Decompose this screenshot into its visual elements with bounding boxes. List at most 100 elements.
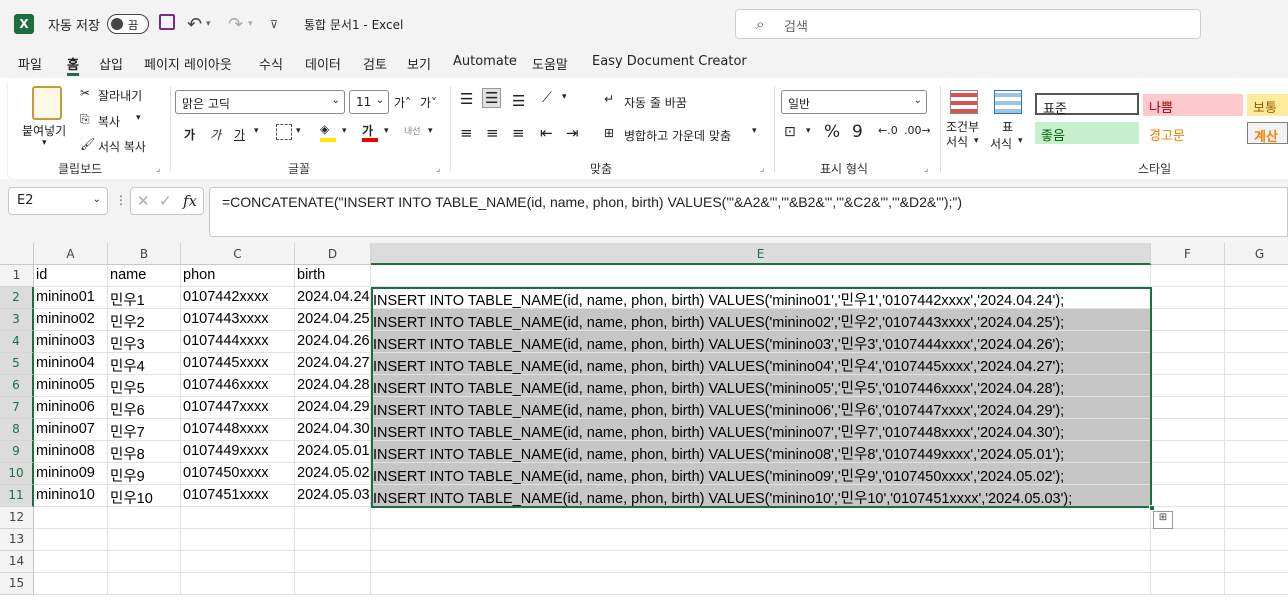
format-painter-button[interactable]: 서식 복사 bbox=[98, 138, 146, 155]
autosave-toggle[interactable]: 끔 bbox=[107, 14, 149, 34]
cell[interactable]: 0107443xxxx bbox=[181, 309, 295, 331]
cell[interactable]: 민우5 bbox=[108, 375, 181, 397]
cut-button[interactable]: 잘라내기 bbox=[98, 87, 142, 104]
orientation-dropdown-icon[interactable]: ▾ bbox=[562, 92, 567, 102]
insert-function-icon[interactable]: fx bbox=[183, 192, 197, 210]
cell[interactable]: 2024.04.25 bbox=[295, 309, 371, 331]
cell-style-warning[interactable]: 경고문 bbox=[1143, 122, 1243, 144]
phonetic-button[interactable]: 내선 bbox=[404, 124, 421, 137]
cell[interactable] bbox=[1225, 309, 1288, 331]
cell[interactable]: 2024.04.26 bbox=[295, 331, 371, 353]
more-icon[interactable]: ⋮ bbox=[115, 193, 127, 207]
cell[interactable] bbox=[1151, 485, 1225, 507]
font-size-select[interactable]: 11 ⌄ bbox=[349, 90, 389, 114]
cell[interactable]: minino05 bbox=[34, 375, 108, 397]
cell[interactable]: 민우8 bbox=[108, 441, 181, 463]
cell[interactable]: 2024.05.03 bbox=[295, 485, 371, 507]
cell[interactable] bbox=[108, 573, 181, 595]
cell-style-good[interactable]: 좋음 bbox=[1035, 122, 1139, 144]
accounting-dropdown-icon[interactable]: ▾ bbox=[806, 126, 811, 136]
cell[interactable]: 0107446xxxx bbox=[181, 375, 295, 397]
cell[interactable] bbox=[1225, 397, 1288, 419]
fill-color-dropdown-icon[interactable]: ▾ bbox=[342, 126, 347, 136]
cell[interactable] bbox=[1151, 463, 1225, 485]
customize-qat-icon[interactable]: ⊽ bbox=[270, 14, 278, 34]
row-header[interactable]: 2 bbox=[0, 287, 34, 309]
save-icon[interactable] bbox=[159, 14, 175, 30]
paste-dropdown-icon[interactable]: ▾ bbox=[42, 138, 47, 148]
cell[interactable] bbox=[1151, 573, 1225, 595]
cell[interactable] bbox=[371, 551, 1151, 573]
conditional-dropdown-icon[interactable]: ▾ bbox=[974, 136, 979, 146]
cell[interactable] bbox=[295, 573, 371, 595]
cell[interactable]: minino10 bbox=[34, 485, 108, 507]
cell[interactable] bbox=[1225, 485, 1288, 507]
cell[interactable]: minino03 bbox=[34, 331, 108, 353]
redo-icon[interactable]: ↷ bbox=[228, 14, 243, 35]
cell[interactable]: 민우3 bbox=[108, 331, 181, 353]
merge-center-icon[interactable]: ⊞ bbox=[604, 126, 614, 140]
bold-button[interactable]: 가 bbox=[184, 126, 195, 143]
cell[interactable]: INSERT INTO TABLE_NAME(id, name, phon, b… bbox=[371, 485, 1151, 507]
cell[interactable]: minino09 bbox=[34, 463, 108, 485]
cut-icon[interactable]: ✂ bbox=[80, 86, 90, 100]
align-top-icon[interactable]: ☰ bbox=[460, 90, 473, 108]
cell[interactable] bbox=[34, 551, 108, 573]
cell[interactable]: 민우4 bbox=[108, 353, 181, 375]
row-header[interactable]: 13 bbox=[0, 529, 34, 551]
cell[interactable]: 민우9 bbox=[108, 463, 181, 485]
cell[interactable] bbox=[295, 507, 371, 529]
number-launcher-icon[interactable]: ⌟ bbox=[924, 164, 928, 174]
increase-indent-icon[interactable]: ⇥ bbox=[566, 124, 579, 142]
tab-home[interactable]: 홈 bbox=[67, 54, 79, 76]
copy-dropdown-icon[interactable]: ▾ bbox=[136, 113, 141, 123]
cell[interactable]: 2024.04.24 bbox=[295, 287, 371, 309]
cell[interactable] bbox=[34, 507, 108, 529]
cell[interactable] bbox=[1225, 551, 1288, 573]
copy-icon[interactable]: ⎘ bbox=[80, 112, 90, 127]
cell[interactable] bbox=[181, 529, 295, 551]
orientation-icon[interactable]: ⟋ bbox=[542, 90, 552, 106]
cell[interactable]: 민우1 bbox=[108, 287, 181, 309]
increase-decimal-icon[interactable]: ←.0 bbox=[878, 124, 898, 137]
cell[interactable] bbox=[108, 507, 181, 529]
underline-dropdown-icon[interactable]: ▾ bbox=[254, 126, 259, 136]
cell[interactable] bbox=[1225, 463, 1288, 485]
font-launcher-icon[interactable]: ⌟ bbox=[436, 164, 440, 174]
cell[interactable]: INSERT INTO TABLE_NAME(id, name, phon, b… bbox=[371, 463, 1151, 485]
cell[interactable]: INSERT INTO TABLE_NAME(id, name, phon, b… bbox=[371, 441, 1151, 463]
tab-easy-document-creator[interactable]: Easy Document Creator bbox=[592, 54, 747, 76]
cell[interactable]: 민우2 bbox=[108, 309, 181, 331]
alignment-launcher-icon[interactable]: ⌟ bbox=[760, 164, 764, 174]
row-header[interactable]: 5 bbox=[0, 353, 34, 375]
cell[interactable]: 2024.04.28 bbox=[295, 375, 371, 397]
cell[interactable]: INSERT INTO TABLE_NAME(id, name, phon, b… bbox=[371, 375, 1151, 397]
row-header[interactable]: 12 bbox=[0, 507, 34, 529]
accounting-format-icon[interactable]: ⊡ bbox=[784, 124, 796, 140]
cell[interactable]: 민우10 bbox=[108, 485, 181, 507]
cell[interactable] bbox=[1151, 265, 1225, 287]
cell[interactable] bbox=[1225, 441, 1288, 463]
cell[interactable] bbox=[108, 551, 181, 573]
cell[interactable]: 2024.04.27 bbox=[295, 353, 371, 375]
cell[interactable]: 2024.04.30 bbox=[295, 419, 371, 441]
cell[interactable]: INSERT INTO TABLE_NAME(id, name, phon, b… bbox=[371, 419, 1151, 441]
cell[interactable]: birth bbox=[295, 265, 371, 287]
cell-style-normal[interactable]: 표준 bbox=[1035, 93, 1139, 117]
column-header-b[interactable]: B bbox=[108, 243, 181, 265]
cell[interactable]: 2024.04.29 bbox=[295, 397, 371, 419]
cell[interactable] bbox=[1225, 507, 1288, 529]
format-as-table-icon[interactable] bbox=[994, 90, 1022, 114]
cell[interactable]: minino06 bbox=[34, 397, 108, 419]
tab-insert[interactable]: 삽입 bbox=[99, 54, 123, 76]
name-box[interactable]: E2 ⌄ bbox=[8, 187, 108, 215]
row-header[interactable]: 9 bbox=[0, 441, 34, 463]
tab-data[interactable]: 데이터 bbox=[305, 54, 341, 76]
cell[interactable] bbox=[1225, 287, 1288, 309]
align-bottom-icon[interactable]: ☰ bbox=[512, 92, 525, 110]
quick-analysis-icon[interactable]: ⊞ bbox=[1153, 511, 1173, 529]
cell[interactable]: 0107448xxxx bbox=[181, 419, 295, 441]
cell[interactable] bbox=[1225, 529, 1288, 551]
font-name-select[interactable]: 맑은 고딕 ⌄ bbox=[175, 90, 345, 114]
align-middle-icon[interactable]: ☰ bbox=[482, 88, 502, 108]
